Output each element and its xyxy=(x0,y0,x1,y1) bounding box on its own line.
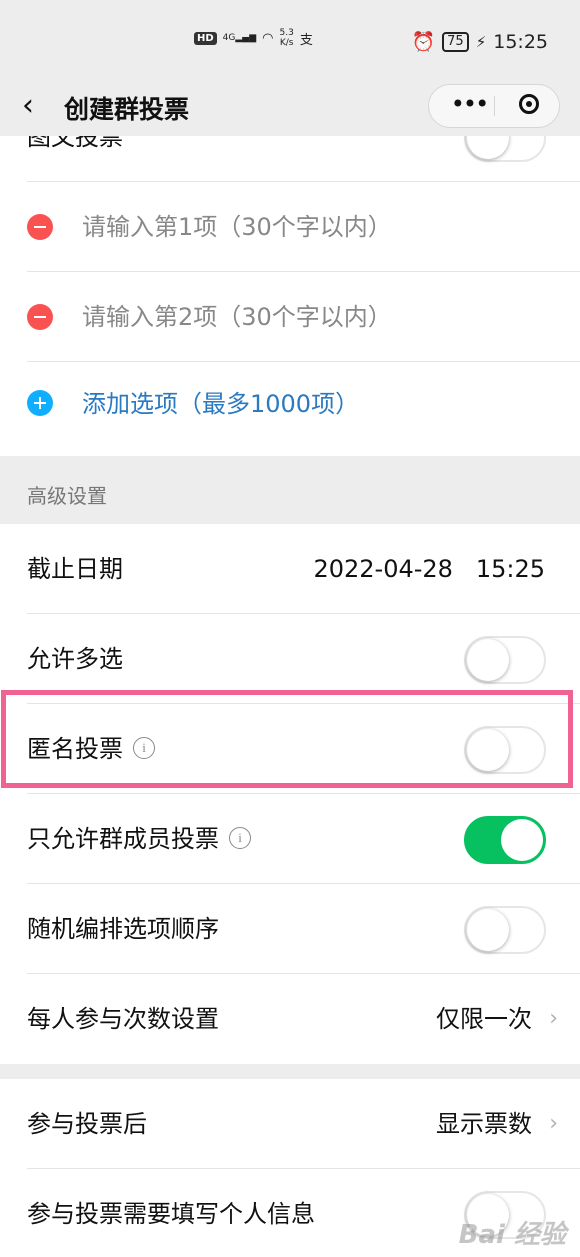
remove-option-icon[interactable] xyxy=(27,304,53,330)
clock: 15:25 xyxy=(493,30,548,53)
option-1-input[interactable]: 请输入第1项（30个字以内） xyxy=(82,182,392,272)
multi-select-row: 允许多选 xyxy=(0,614,580,704)
charging-icon: ⚡ xyxy=(475,32,487,51)
remove-option-icon[interactable] xyxy=(27,214,53,240)
random-order-toggle[interactable] xyxy=(464,906,546,954)
add-option-row[interactable]: 添加选项（最多1000项） xyxy=(0,362,580,456)
content-scroll[interactable]: 图文投票 请输入第1项（30个字以内） 请输入第2项（30个字以内） 添加选项（… xyxy=(0,136,580,1257)
battery-icon: 75 xyxy=(442,31,469,52)
status-bar: HD 4G▂▄▆ ◠ 5.3 K/s 支 ⏰ 75 ⚡ 15:25 xyxy=(0,0,580,80)
participation-value: 仅限一次 xyxy=(436,1005,532,1033)
deadline-row[interactable]: 截止日期 2022-04-28 15:25 xyxy=(0,524,580,614)
personal-info-label: 参与投票需要填写个人信息 xyxy=(27,1200,315,1228)
option-row-1: 请输入第1项（30个字以内） xyxy=(0,182,580,272)
members-only-row: 只允许群成员投票 i xyxy=(0,794,580,884)
capsule-divider xyxy=(494,96,495,116)
after-vote-row[interactable]: 参与投票后 显示票数 › xyxy=(0,1079,580,1169)
participation-label: 每人参与次数设置 xyxy=(27,1005,219,1033)
after-vote-label: 参与投票后 xyxy=(27,1110,147,1138)
back-icon[interactable]: ‹ xyxy=(22,88,34,123)
anonymous-vote-label: 匿名投票 i xyxy=(27,704,155,794)
status-right: ⏰ 75 ⚡ 15:25 xyxy=(411,30,548,54)
toggle-knob xyxy=(467,729,509,771)
nav-bar: ‹ 创建群投票 ••• xyxy=(0,80,580,136)
miniprogram-capsule: ••• xyxy=(428,84,560,128)
multi-select-toggle[interactable] xyxy=(464,636,546,684)
page-title: 创建群投票 xyxy=(64,95,190,124)
members-only-label: 只允许群成员投票 i xyxy=(27,794,251,884)
anonymous-vote-text: 匿名投票 xyxy=(27,735,123,763)
anonymous-vote-toggle[interactable] xyxy=(464,726,546,774)
advanced-section-header: 高级设置 xyxy=(0,456,580,524)
deadline-value[interactable]: 2022-04-28 15:25 xyxy=(313,524,545,614)
net-speed-unit: K/s xyxy=(279,38,294,48)
members-only-toggle[interactable] xyxy=(464,816,546,864)
network-type: 4G xyxy=(222,33,236,43)
after-vote-value: 显示票数 xyxy=(436,1110,532,1138)
toggle-knob xyxy=(467,136,509,159)
toggle-knob xyxy=(467,909,509,951)
alarm-icon: ⏰ xyxy=(411,31,436,53)
info-icon[interactable]: i xyxy=(133,737,155,759)
more-button[interactable]: ••• xyxy=(445,85,493,127)
option-2-input[interactable]: 请输入第2项（30个字以内） xyxy=(82,272,392,362)
chevron-right-icon: › xyxy=(549,1006,558,1031)
network-indicator: 4G▂▄▆ xyxy=(222,33,257,43)
net-speed-value: 5.3 xyxy=(279,28,294,38)
toggle-knob xyxy=(467,639,509,681)
multi-select-label: 允许多选 xyxy=(27,645,123,673)
anonymous-vote-row: 匿名投票 i xyxy=(0,704,580,794)
random-order-row: 随机编排选项顺序 xyxy=(0,884,580,974)
random-order-label: 随机编排选项顺序 xyxy=(27,915,219,943)
alipay-icon: 支 xyxy=(299,32,313,48)
close-miniprogram-icon[interactable] xyxy=(519,94,539,114)
option-row-2: 请输入第2项（30个字以内） xyxy=(0,272,580,362)
wifi-icon: ◠ xyxy=(262,30,274,46)
baidu-watermark-logo: Bai 经验 xyxy=(458,1220,566,1250)
image-text-vote-label: 图文投票 xyxy=(27,136,123,151)
net-speed: 5.3 K/s xyxy=(279,28,293,48)
advanced-section-title: 高级设置 xyxy=(27,484,107,508)
image-text-vote-row: 图文投票 xyxy=(0,136,580,182)
toggle-knob xyxy=(501,819,543,861)
participation-row[interactable]: 每人参与次数设置 仅限一次 › xyxy=(0,974,580,1064)
image-text-vote-toggle[interactable] xyxy=(464,136,546,162)
deadline-label: 截止日期 xyxy=(27,555,123,583)
add-option-button[interactable]: 添加选项（最多1000项） xyxy=(82,362,359,446)
info-icon[interactable]: i xyxy=(229,827,251,849)
chevron-right-icon: › xyxy=(549,1111,558,1136)
members-only-text: 只允许群成员投票 xyxy=(27,825,219,853)
add-option-icon[interactable] xyxy=(27,390,53,416)
hd-badge: HD xyxy=(194,31,217,45)
status-left: HD 4G▂▄▆ ◠ 5.3 K/s 支 xyxy=(194,28,313,48)
